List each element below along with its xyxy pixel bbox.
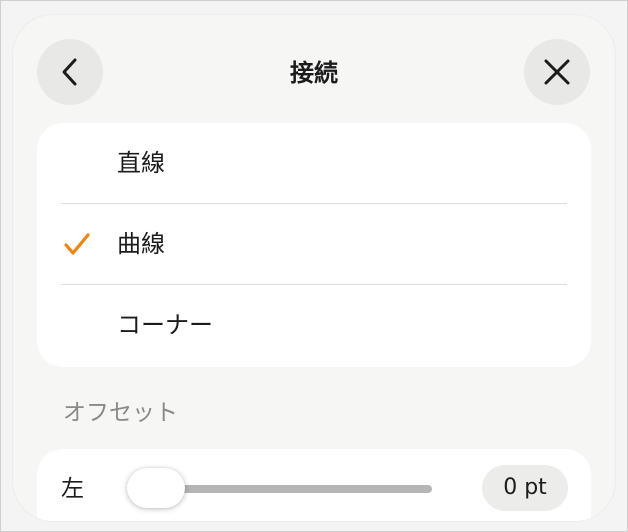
option-label: 曲線 <box>117 230 165 258</box>
offset-value-field[interactable]: 0 pt <box>482 465 568 511</box>
offset-slider-thumb[interactable] <box>127 468 185 508</box>
checkmark-icon <box>64 233 90 255</box>
close-button[interactable] <box>524 39 590 105</box>
window-frame: 接続 直線 曲線 コーナー オフセット 左 0 pt <box>0 0 628 532</box>
slider-label-left: 左 <box>61 476 84 502</box>
connection-popover: 接続 直線 曲線 コーナー オフセット 左 0 pt <box>13 15 615 521</box>
back-button[interactable] <box>37 39 103 105</box>
offset-slider-row: 左 0 pt <box>37 449 591 521</box>
connection-options-list: 直線 曲線 コーナー <box>37 123 591 367</box>
close-icon <box>544 59 570 85</box>
option-label: コーナー <box>117 311 213 339</box>
offset-section-title: オフセット <box>63 400 178 426</box>
option-curved[interactable]: 曲線 <box>37 204 591 284</box>
chevron-left-icon <box>62 58 77 86</box>
option-label: 直線 <box>117 149 165 177</box>
option-straight[interactable]: 直線 <box>37 123 591 203</box>
option-corner[interactable]: コーナー <box>37 285 591 365</box>
